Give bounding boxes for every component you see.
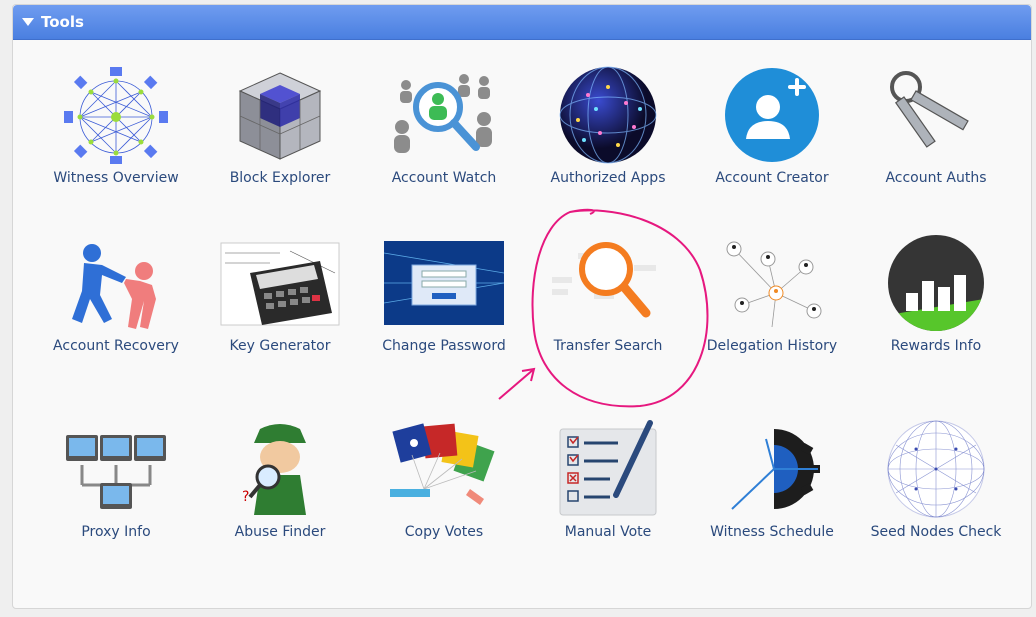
panel-title: Tools (41, 13, 84, 31)
tool-account-creator[interactable]: Account Creator (690, 65, 854, 188)
tools-grid: Witness Overview Block Explorer Account (13, 39, 1031, 599)
tool-label: Account Watch (391, 170, 497, 186)
add-user-icon (725, 68, 819, 162)
search-icon (552, 242, 656, 318)
tool-rewards-info[interactable]: Rewards Info (854, 233, 1018, 356)
tool-manual-vote[interactable]: Manual Vote (526, 419, 690, 542)
globe-lights-icon (559, 66, 657, 164)
tool-account-watch[interactable]: Account Watch (362, 65, 526, 188)
login-screen-icon (384, 241, 504, 325)
tool-witness-overview[interactable]: Witness Overview (34, 65, 198, 188)
tool-label: Account Creator (715, 170, 829, 186)
tool-label: Authorized Apps (550, 170, 666, 186)
tool-witness-schedule[interactable]: Witness Schedule (690, 419, 854, 542)
tool-label: Account Auths (885, 170, 987, 186)
tool-label: Key Generator (229, 338, 331, 354)
tool-delegation-history[interactable]: Delegation History (690, 233, 854, 356)
tool-label: Block Explorer (229, 170, 331, 186)
tool-copy-votes[interactable]: Copy Votes (362, 419, 526, 542)
tool-account-auths[interactable]: Account Auths (854, 65, 1018, 188)
helping-hand-icon (72, 244, 156, 329)
tool-change-password[interactable]: Change Password (362, 233, 526, 356)
tool-transfer-search[interactable]: Transfer Search (526, 233, 690, 356)
calculator-icon (220, 242, 340, 326)
tool-label: Change Password (382, 338, 506, 354)
tool-label: Account Recovery (53, 338, 179, 354)
tool-label: Proxy Info (81, 524, 151, 540)
magnifier-people-icon (394, 74, 492, 153)
tool-label: Manual Vote (564, 524, 652, 540)
cube-icon (238, 72, 322, 160)
tool-label: Witness Overview (53, 170, 179, 186)
tool-label: Abuse Finder (234, 524, 326, 540)
svg-text:?: ? (242, 489, 249, 505)
tool-authorized-apps[interactable]: Authorized Apps (526, 65, 690, 188)
hand-cards-icon (390, 423, 495, 505)
tool-seed-nodes-check[interactable]: Seed Nodes Check (854, 419, 1018, 542)
tool-label: Transfer Search (553, 338, 663, 354)
tool-account-recovery[interactable]: Account Recovery (34, 233, 198, 356)
proxy-computers-icon (66, 435, 166, 509)
tool-label: Seed Nodes Check (870, 524, 1002, 540)
tool-block-explorer[interactable]: Block Explorer (198, 65, 362, 188)
tool-label: Copy Votes (404, 524, 484, 540)
tool-label: Rewards Info (890, 338, 982, 354)
tool-label: Witness Schedule (710, 524, 834, 540)
panel-header[interactable]: Tools (13, 5, 1031, 40)
sphere-network-icon (887, 420, 985, 518)
network-icon (64, 67, 168, 164)
tool-proxy-info[interactable]: Proxy Info (34, 419, 198, 542)
tool-key-generator[interactable]: Key Generator (198, 233, 362, 356)
delegation-network-icon (726, 241, 822, 328)
collapse-triangle-icon[interactable] (22, 18, 34, 26)
tool-label: Delegation History (706, 338, 838, 354)
checklist-pen-icon (559, 420, 657, 516)
detective-icon: ? (242, 424, 306, 515)
keys-icon (890, 71, 969, 148)
tool-abuse-finder[interactable]: ? Abuse Finder (198, 419, 362, 542)
clock-gear-icon (731, 429, 820, 510)
tools-panel: Tools Witness Overview Block Explorer Ac… (12, 4, 1032, 609)
bar-chart-icon (888, 235, 984, 331)
